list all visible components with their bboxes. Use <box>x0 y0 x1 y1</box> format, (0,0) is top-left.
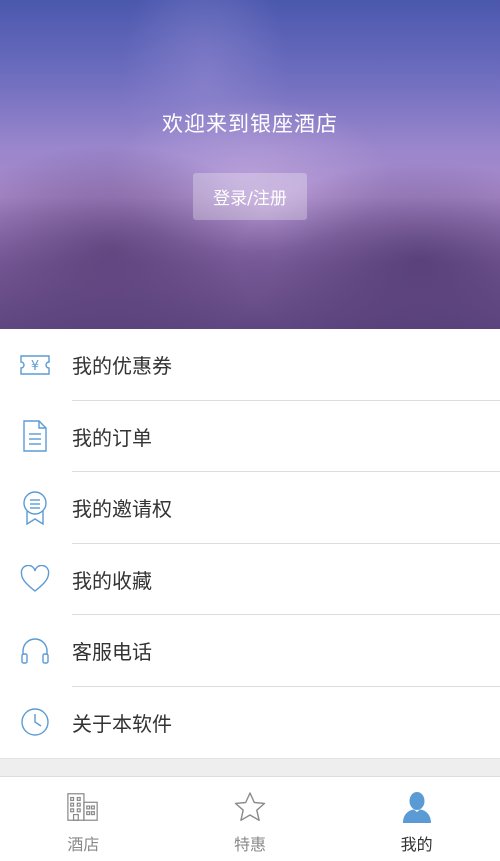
login-register-button[interactable]: 登录/注册 <box>193 173 307 220</box>
badge-icon <box>19 491 51 525</box>
document-icon <box>19 420 51 452</box>
menu-item-about[interactable]: 关于本软件 <box>0 687 500 759</box>
tab-deals[interactable]: 特惠 <box>167 777 334 861</box>
tab-label: 特惠 <box>234 835 267 854</box>
welcome-title: 欢迎来到银座酒店 <box>162 112 338 136</box>
coupon-icon: ¥ <box>19 349 51 381</box>
headphones-icon <box>19 635 51 667</box>
heart-icon <box>19 563 51 595</box>
tab-mine[interactable]: 我的 <box>333 777 500 861</box>
star-icon <box>233 790 267 824</box>
menu-item-label: 关于本软件 <box>72 711 172 736</box>
menu-item-label: 我的订单 <box>72 425 152 450</box>
tab-hotel[interactable]: 酒店 <box>0 777 167 861</box>
tab-label: 我的 <box>400 835 433 854</box>
profile-menu: ¥ 我的优惠券 我的订单 我的邀请权 我的收藏 客服电话 关于本软件 <box>0 329 500 758</box>
menu-item-coupons[interactable]: ¥ 我的优惠券 <box>0 329 500 401</box>
svg-text:¥: ¥ <box>31 359 39 374</box>
section-gap <box>0 758 500 776</box>
menu-item-label: 客服电话 <box>72 640 152 665</box>
menu-item-invitations[interactable]: 我的邀请权 <box>0 472 500 544</box>
menu-item-favorites[interactable]: 我的收藏 <box>0 544 500 615</box>
menu-item-label: 我的收藏 <box>72 568 152 593</box>
building-icon <box>66 790 100 824</box>
clock-icon <box>19 706 51 738</box>
menu-item-customer-service[interactable]: 客服电话 <box>0 615 500 687</box>
tab-label: 酒店 <box>67 835 100 854</box>
menu-item-orders[interactable]: 我的订单 <box>0 401 500 472</box>
menu-item-label: 我的邀请权 <box>72 497 172 522</box>
header-banner: 欢迎来到银座酒店 登录/注册 <box>0 0 500 329</box>
person-icon <box>400 790 434 824</box>
bottom-tab-bar: 酒店 特惠 我的 <box>0 776 500 861</box>
menu-item-label: 我的优惠券 <box>72 354 172 379</box>
